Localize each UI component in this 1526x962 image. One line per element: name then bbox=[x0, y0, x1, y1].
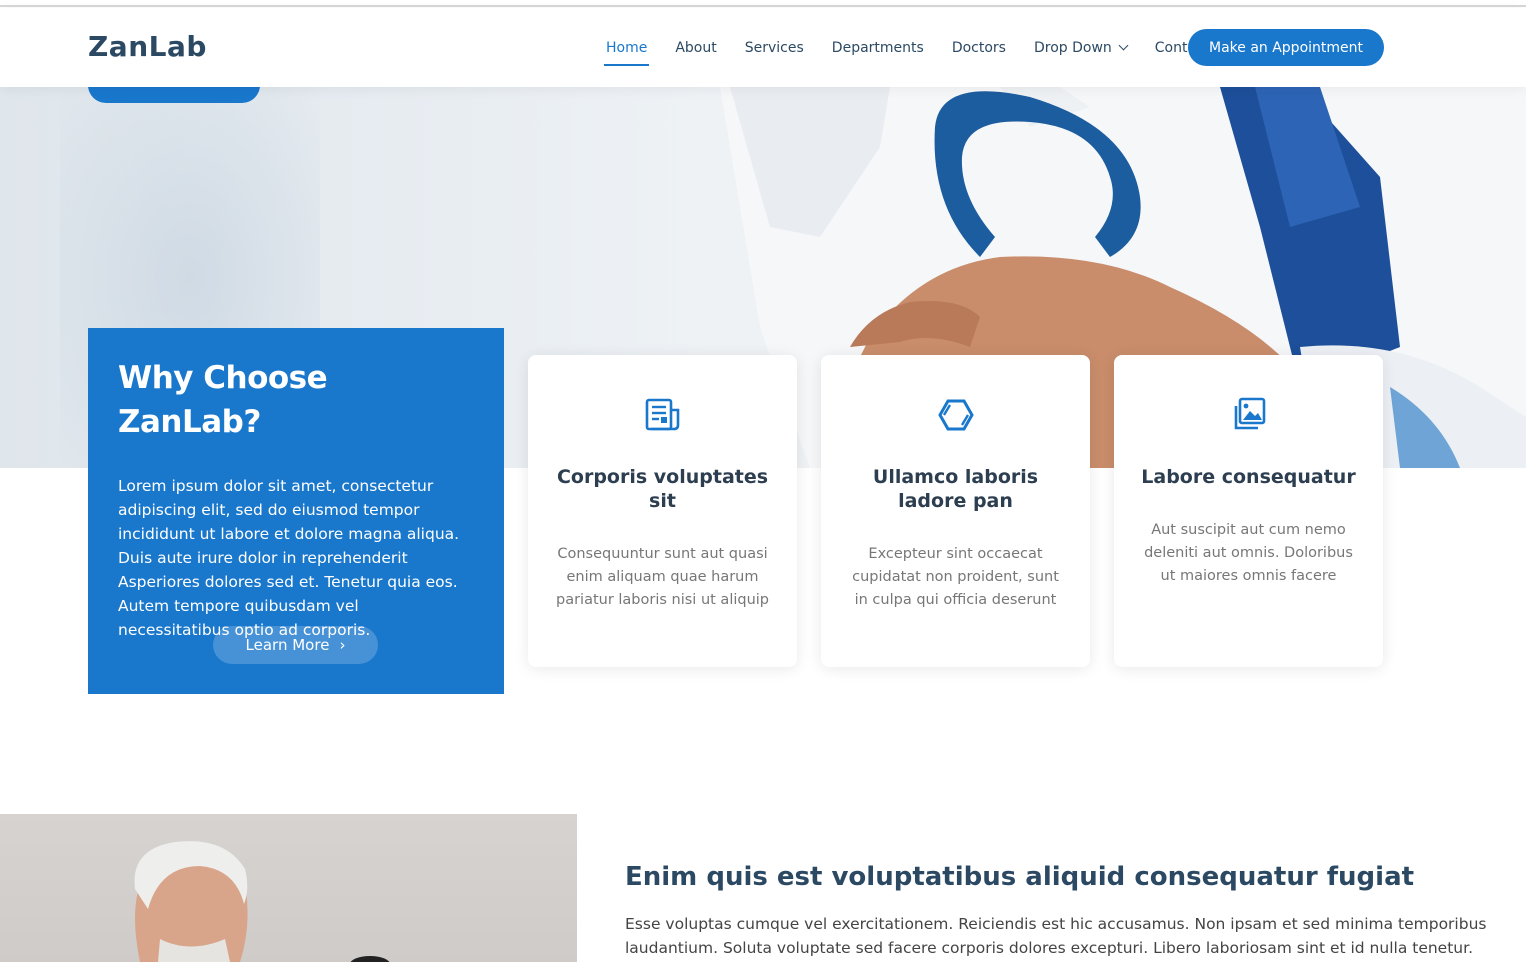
chevron-down-icon bbox=[1118, 40, 1129, 51]
newspaper-icon bbox=[528, 395, 797, 435]
hero-button-partial[interactable] bbox=[88, 87, 260, 103]
learn-more-label: Learn More bbox=[245, 636, 330, 654]
card-title: Corporis voluptates sit bbox=[556, 466, 769, 512]
why-description: Lorem ipsum dolor sit amet, consectetur … bbox=[118, 477, 460, 639]
hexagon-icon bbox=[821, 395, 1090, 435]
feature-card: Corporis voluptates sit Consequuntur sun… bbox=[528, 355, 797, 667]
logo[interactable]: ZanLab bbox=[88, 30, 207, 63]
why-title: Why Choose ZanLab? bbox=[118, 360, 328, 440]
why-choose-box: Why Choose ZanLab? Lorem ipsum dolor sit… bbox=[88, 328, 504, 694]
nav-departments[interactable]: Departments bbox=[830, 34, 926, 62]
about-text: Esse voluptas cumque vel exercitationem.… bbox=[625, 915, 1487, 957]
about-title: Enim quis est voluptatibus aliquid conse… bbox=[625, 862, 1415, 892]
nav-dropdown[interactable]: Drop Down bbox=[1032, 34, 1129, 62]
card-text: Excepteur sint occaecat cupidatat non pr… bbox=[852, 546, 1059, 608]
chevron-right-icon: › bbox=[339, 636, 346, 654]
feature-card: Labore consequatur Aut suscipit aut cum … bbox=[1114, 355, 1383, 667]
card-text: Aut suscipit aut cum nemo deleniti aut o… bbox=[1144, 522, 1353, 584]
site-header: ZanLab Home About Services Departments D… bbox=[0, 8, 1526, 87]
nav-about[interactable]: About bbox=[673, 34, 718, 62]
about-doctor-image bbox=[0, 814, 577, 962]
feature-card: Ullamco laboris ladore pan Excepteur sin… bbox=[821, 355, 1090, 667]
make-appointment-button[interactable]: Make an Appointment bbox=[1188, 29, 1384, 66]
nav-home[interactable]: Home bbox=[604, 34, 650, 66]
nav-doctors[interactable]: Doctors bbox=[950, 34, 1008, 62]
card-title: Labore consequatur bbox=[1141, 466, 1356, 488]
card-title: Ullamco laboris ladore pan bbox=[872, 466, 1039, 512]
learn-more-button[interactable]: Learn More › bbox=[213, 626, 378, 664]
main-nav: Home About Services Departments Doctors … bbox=[604, 8, 1235, 87]
nav-dropdown-label: Drop Down bbox=[1033, 39, 1112, 56]
card-text: Consequuntur sunt aut quasi enim aliquam… bbox=[555, 546, 770, 608]
browser-top-edge bbox=[0, 0, 1526, 7]
nav-services[interactable]: Services bbox=[743, 34, 806, 62]
images-icon bbox=[1114, 395, 1383, 435]
